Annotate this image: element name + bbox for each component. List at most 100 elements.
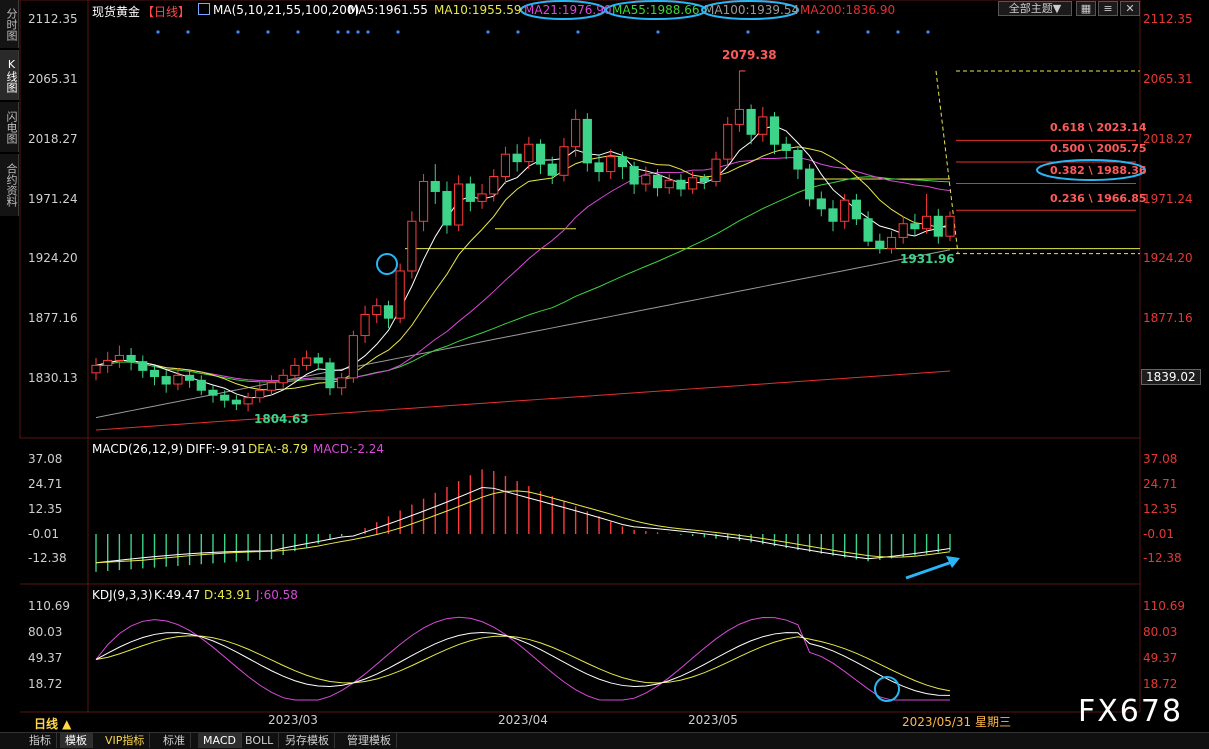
candle-body — [512, 153, 522, 163]
candle-body — [196, 379, 206, 391]
candle-body — [524, 143, 534, 163]
candle-body — [325, 362, 335, 389]
bottom-tab-template[interactable]: 模板 — [60, 733, 93, 748]
period-button[interactable]: 日线 ▲ — [34, 715, 71, 732]
candle-body — [629, 166, 639, 185]
ma10-label: MA10:1955.59 — [434, 3, 522, 17]
signal-dot — [336, 30, 340, 34]
fib-level-500: 0.500 \ 2005.75 — [1050, 142, 1147, 155]
kdj-tick-left: 49.37 — [28, 651, 63, 665]
candle-body — [231, 399, 241, 405]
macd-tick-left: -12.38 — [28, 551, 67, 565]
current-price-tag: 1839.02 — [1141, 369, 1201, 385]
macd-tick-left: 12.35 — [28, 502, 63, 516]
macd-value: MACD:-2.24 — [313, 442, 385, 456]
candle-body — [805, 168, 815, 200]
candle-body — [418, 181, 429, 222]
main-panel-border — [19, 0, 1141, 439]
y-tick-left: 1830.13 — [28, 371, 78, 385]
bottom-tab-standard[interactable]: 标准 — [158, 733, 191, 748]
macd-tick-right: -12.38 — [1143, 551, 1182, 565]
candle-body — [301, 357, 312, 366]
y-tick-right: 1971.24 — [1143, 192, 1193, 206]
candle-body — [898, 223, 908, 238]
candle-body — [500, 153, 511, 178]
candle-body — [699, 177, 709, 183]
cursor-date-label: 2023/05/31 星期三 — [902, 715, 1011, 729]
candle-body — [711, 158, 721, 183]
candle-body — [395, 270, 405, 319]
menu-icon[interactable]: ≡ — [1098, 1, 1118, 16]
candle-body — [313, 357, 323, 364]
candle-body — [372, 305, 382, 315]
kdj-title: KDJ(9,3,3) — [92, 588, 153, 602]
signal-dot — [486, 30, 490, 34]
candle-body — [664, 179, 674, 189]
candle-body — [149, 369, 160, 378]
fib-level-382: 0.382 \ 1988.36 — [1050, 164, 1147, 177]
kdj-j: J:60.58 — [256, 588, 298, 602]
ma55-label: MA55:1988.66 — [612, 3, 700, 17]
ma-params-text: MA(5,10,21,55,100,200) — [213, 3, 360, 17]
ma5-line — [95, 125, 951, 398]
y-tick-right: 2112.35 — [1143, 12, 1193, 26]
bottom-tab-save-template[interactable]: 另存模板 — [280, 733, 335, 748]
signal-dot — [576, 30, 580, 34]
macd-dea: DEA:-8.79 — [248, 442, 308, 456]
candle-body — [828, 208, 838, 222]
x-label-mar: 2023/03 — [268, 713, 318, 727]
close-icon[interactable]: ✕ — [1120, 1, 1140, 16]
bottom-tab-boll[interactable]: BOLL — [240, 733, 280, 748]
candle-body — [933, 215, 943, 237]
recent-low-label: 1931.96 — [900, 252, 955, 266]
y-tick-left: 2065.31 — [28, 72, 78, 86]
candle-body — [945, 215, 955, 237]
signal-dot — [236, 30, 240, 34]
macd-tick-left: -0.01 — [28, 527, 60, 541]
kdj-k: K:49.47 — [154, 588, 201, 602]
tile-icon[interactable]: ▦ — [1076, 1, 1096, 16]
candle-body — [348, 335, 358, 379]
candle-body — [816, 198, 826, 210]
y-tick-left: 1877.16 — [28, 311, 78, 325]
ma100-label: MA100:1939.54 — [704, 3, 800, 17]
macd-diff: DIFF:-9.91 — [186, 442, 247, 456]
bottom-tab-indicator[interactable]: 指标 — [24, 733, 57, 748]
macd-tick-left: 37.08 — [28, 452, 63, 466]
candle-body — [793, 149, 803, 170]
candle-body — [571, 118, 581, 148]
bottom-tab-macd[interactable]: MACD — [198, 733, 242, 748]
candle-body — [383, 305, 394, 319]
y-tick-left: 2018.27 — [28, 132, 78, 146]
chart-window: 分时图 K线图 闪电图 合约资料 现货黄金 【日线】 MA(5,10,21,55… — [0, 0, 1209, 749]
ma5-label: MA5:1961.55 — [348, 3, 428, 17]
y-tick-right: 1924.20 — [1143, 251, 1193, 265]
candle-body — [582, 118, 592, 164]
signal-dot — [156, 30, 160, 34]
signal-dot — [346, 30, 350, 34]
watermark-logo: FX678 — [1078, 694, 1184, 729]
candle-body — [922, 215, 932, 230]
bottom-tab-manage-template[interactable]: 管理模板 — [342, 733, 397, 748]
candle-body — [676, 179, 686, 190]
y-tick-left: 1971.24 — [28, 192, 78, 206]
macd-tick-right: 12.35 — [1143, 502, 1178, 516]
chart-canvas[interactable] — [0, 0, 1209, 748]
theme-select[interactable]: 全部主题▼ — [998, 1, 1072, 16]
x-label-may: 2023/05 — [688, 713, 738, 727]
candle-body — [840, 199, 850, 222]
kdj-d-line — [95, 635, 951, 692]
candle-body — [103, 359, 113, 366]
x-label-apr: 2023/04 — [498, 713, 548, 727]
signal-dot — [656, 30, 660, 34]
fib-level-618: 0.618 \ 2023.14 — [1050, 121, 1147, 134]
candle-body — [114, 354, 124, 361]
ma100-line — [95, 249, 951, 419]
candle-body — [290, 364, 300, 376]
macd-title: MACD(26,12,9) — [92, 442, 184, 456]
bottom-tab-vip[interactable]: VIP指标 — [100, 733, 151, 748]
candle-body — [746, 108, 756, 135]
candle-body — [758, 116, 768, 135]
candle-body — [208, 389, 218, 396]
candle-body — [886, 236, 897, 250]
